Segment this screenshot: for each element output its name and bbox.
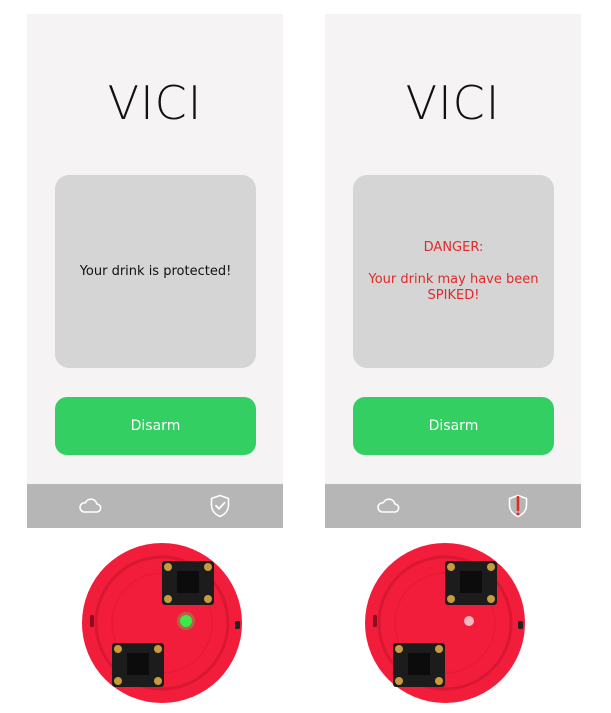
- cloud-icon[interactable]: [77, 493, 103, 519]
- status-message: Your drink is protected!: [79, 263, 232, 279]
- bottom-nav-bar: [27, 484, 283, 528]
- disarm-button[interactable]: Disarm: [55, 397, 256, 455]
- shield-alert-icon[interactable]: [505, 493, 531, 519]
- phone-screen-protected: VICI Your drink is protected! Disarm: [27, 14, 283, 528]
- coaster-device-led-off: [365, 543, 525, 703]
- status-card: DANGER: Your drink may have been SPIKED!: [353, 175, 554, 368]
- disarm-button[interactable]: Disarm: [353, 397, 554, 455]
- circuit-board-lower: [393, 643, 445, 687]
- bottom-nav-bar: [325, 484, 581, 528]
- coaster-device-led-on: [82, 543, 242, 703]
- cloud-icon[interactable]: [375, 493, 401, 519]
- circuit-board-lower: [112, 643, 164, 687]
- app-title: VICI: [107, 76, 203, 130]
- circuit-board-upper: [445, 561, 497, 605]
- status-card: Your drink is protected!: [55, 175, 256, 368]
- shield-check-icon[interactable]: [207, 493, 233, 519]
- danger-message: Your drink may have been SPIKED!: [368, 271, 539, 303]
- danger-heading: DANGER:: [423, 239, 484, 255]
- led-indicator-off: [464, 616, 474, 626]
- app-title: VICI: [405, 76, 501, 130]
- circuit-board-upper: [162, 561, 214, 605]
- phone-screen-danger: VICI DANGER: Your drink may have been SP…: [325, 14, 581, 528]
